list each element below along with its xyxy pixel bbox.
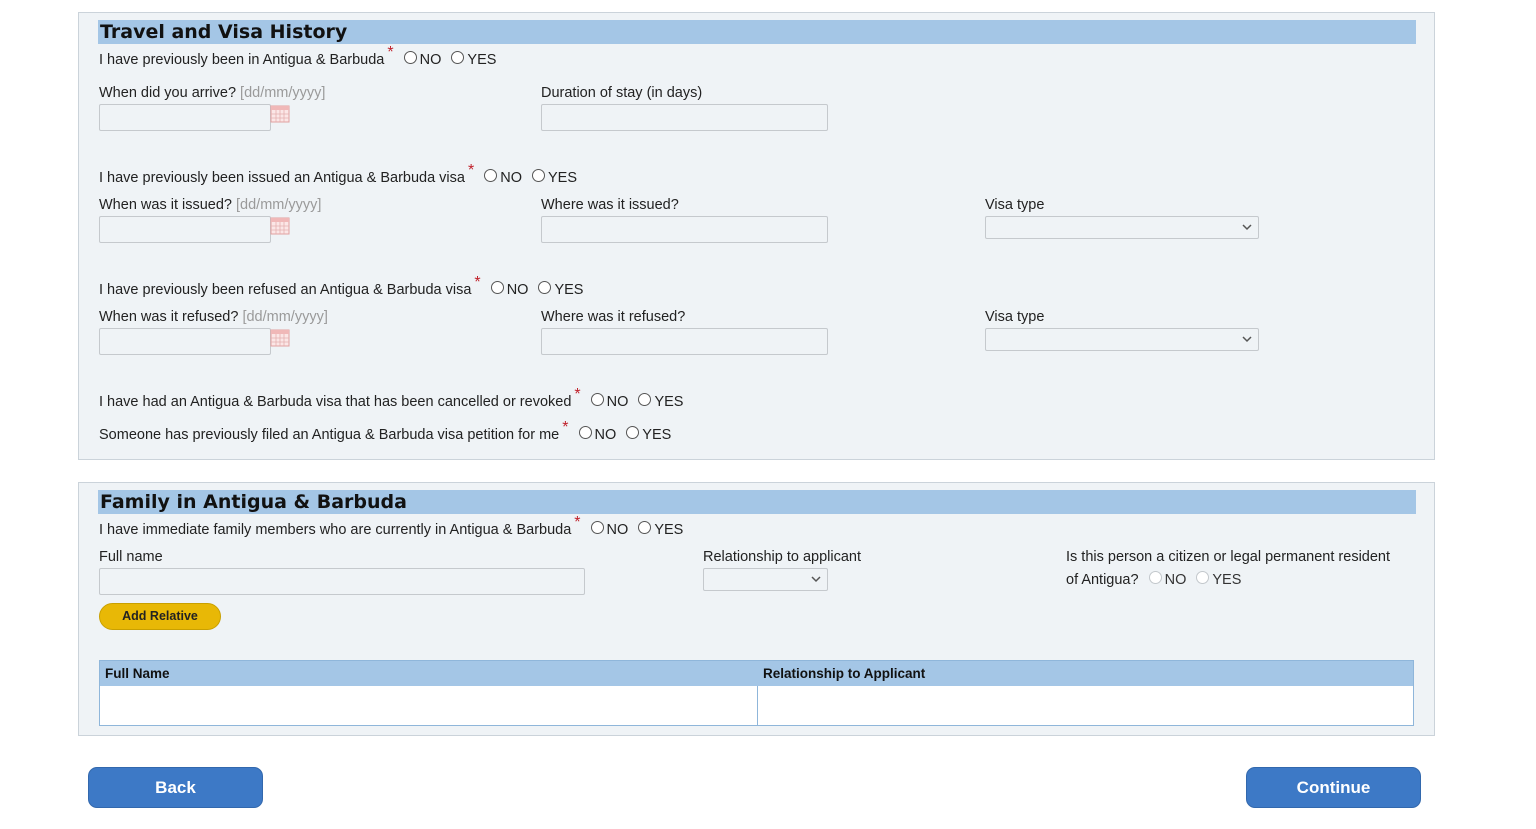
issued-where-label: Where was it issued? (541, 197, 679, 213)
radio-issued-yes[interactable] (532, 168, 546, 182)
question-label: Someone has previously filed an Antigua … (99, 427, 560, 443)
option-yes-label: YES (548, 170, 578, 186)
radio-petition-yes[interactable] (626, 425, 640, 439)
option-no-label: NO (506, 282, 529, 298)
date-format-hint: [dd/mm/yyyy] (236, 197, 322, 213)
refused-date-input[interactable] (99, 328, 271, 355)
full-name-input[interactable] (99, 568, 585, 595)
question-family-members: I have immediate family members who are … (99, 514, 684, 539)
option-no-label: NO (606, 394, 629, 410)
option-no-label: NO (1164, 572, 1187, 588)
table-column-divider (757, 686, 758, 725)
family-section-title: Family in Antigua & Barbuda (98, 490, 1416, 514)
radio-cancelled-yes[interactable] (638, 392, 652, 406)
option-yes-label: YES (467, 52, 497, 68)
question-visa-issued: I have previously been issued an Antigua… (99, 162, 578, 187)
refused-where-input[interactable] (541, 328, 828, 355)
radio-family-yes[interactable] (638, 520, 652, 534)
add-relative-button[interactable]: Add Relative (99, 603, 221, 630)
refused-where-label: Where was it refused? (541, 309, 686, 325)
required-mark: * (474, 274, 481, 291)
question-label: I have previously been refused an Antigu… (99, 282, 472, 298)
refused-when-label: When was it refused? [dd/mm/yyyy] (99, 309, 328, 325)
radio-issued-no[interactable] (484, 168, 498, 182)
required-mark: * (387, 44, 394, 61)
required-mark: * (574, 514, 581, 531)
option-no-label: NO (594, 427, 617, 443)
option-no-label: NO (419, 52, 442, 68)
required-mark: * (562, 419, 569, 436)
date-format-hint: [dd/mm/yyyy] (242, 309, 328, 325)
radio-refused-no[interactable] (490, 280, 504, 294)
back-button[interactable]: Back (88, 767, 263, 808)
calendar-icon[interactable] (270, 329, 290, 347)
radio-refused-yes[interactable] (538, 280, 552, 294)
option-yes-label: YES (1212, 572, 1242, 588)
issued-when-label-text: When was it issued? (99, 197, 232, 213)
refused-when-label-text: When was it refused? (99, 309, 239, 325)
citizen-question-line1: Is this person a citizen or legal perman… (1066, 549, 1391, 565)
question-previously-been: I have previously been in Antigua & Barb… (99, 44, 497, 69)
citizen-question-label: of Antigua? (1066, 572, 1139, 588)
option-no-label: NO (606, 522, 629, 538)
option-yes-label: YES (554, 282, 584, 298)
question-label: I have had an Antigua & Barbuda visa tha… (99, 394, 572, 410)
issued-when-label: When was it issued? [dd/mm/yyyy] (99, 197, 321, 213)
chevron-down-icon (1242, 224, 1252, 231)
table-header-relationship: Relationship to Applicant (763, 666, 926, 681)
question-visa-refused: I have previously been refused an Antigu… (99, 274, 584, 299)
calendar-icon[interactable] (270, 217, 290, 235)
issued-where-input[interactable] (541, 216, 828, 243)
relationship-label: Relationship to applicant (703, 549, 861, 565)
required-mark: * (467, 162, 475, 179)
date-format-hint: [dd/mm/yyyy] (240, 85, 326, 101)
family-panel: Family in Antigua & Barbuda I have immed… (78, 482, 1435, 736)
option-yes-label: YES (642, 427, 672, 443)
option-yes-label: YES (654, 522, 684, 538)
issued-date-input[interactable] (99, 216, 271, 243)
radio-family-no[interactable] (590, 520, 604, 534)
issued-visa-type-label: Visa type (985, 197, 1045, 213)
radio-been-no[interactable] (403, 50, 417, 64)
radio-citizen-no[interactable] (1148, 570, 1162, 584)
duration-label: Duration of stay (in days) (541, 85, 703, 101)
question-visa-petition: Someone has previously filed an Antigua … (99, 419, 672, 444)
radio-petition-no[interactable] (578, 425, 592, 439)
duration-input[interactable] (541, 104, 828, 131)
relatives-table: Full Name Relationship to Applicant (99, 660, 1414, 726)
citizen-question-line2: of Antigua? NO YES (1066, 570, 1242, 588)
option-no-label: NO (500, 170, 522, 186)
refused-visa-type-label: Visa type (985, 309, 1045, 325)
travel-visa-history-panel: Travel and Visa History I have previousl… (78, 12, 1435, 460)
continue-button[interactable]: Continue (1246, 767, 1421, 808)
table-header-full-name: Full Name (105, 666, 170, 681)
chevron-down-icon (811, 576, 821, 583)
travel-section-title: Travel and Visa History (98, 20, 1416, 44)
radio-cancelled-no[interactable] (590, 392, 604, 406)
table-header-row: Full Name Relationship to Applicant (100, 661, 1413, 686)
refused-visa-type-select[interactable] (985, 328, 1259, 351)
radio-been-yes[interactable] (451, 50, 465, 64)
required-mark: * (574, 386, 581, 403)
option-yes-label: YES (654, 394, 684, 410)
question-label: I have immediate family members who are … (99, 522, 572, 538)
arrive-label-text: When did you arrive? (99, 85, 237, 101)
question-label: I have previously been in Antigua & Barb… (99, 52, 385, 68)
chevron-down-icon (1242, 336, 1252, 343)
calendar-icon[interactable] (270, 105, 290, 123)
question-visa-cancelled: I have had an Antigua & Barbuda visa tha… (99, 386, 684, 411)
full-name-label: Full name (99, 549, 163, 565)
issued-visa-type-select[interactable] (985, 216, 1259, 239)
arrive-date-input[interactable] (99, 104, 271, 131)
question-label: I have previously been issued an Antigua… (99, 170, 465, 186)
arrive-label: When did you arrive? [dd/mm/yyyy] (99, 85, 325, 101)
relationship-select[interactable] (703, 568, 828, 591)
radio-citizen-yes[interactable] (1196, 570, 1210, 584)
